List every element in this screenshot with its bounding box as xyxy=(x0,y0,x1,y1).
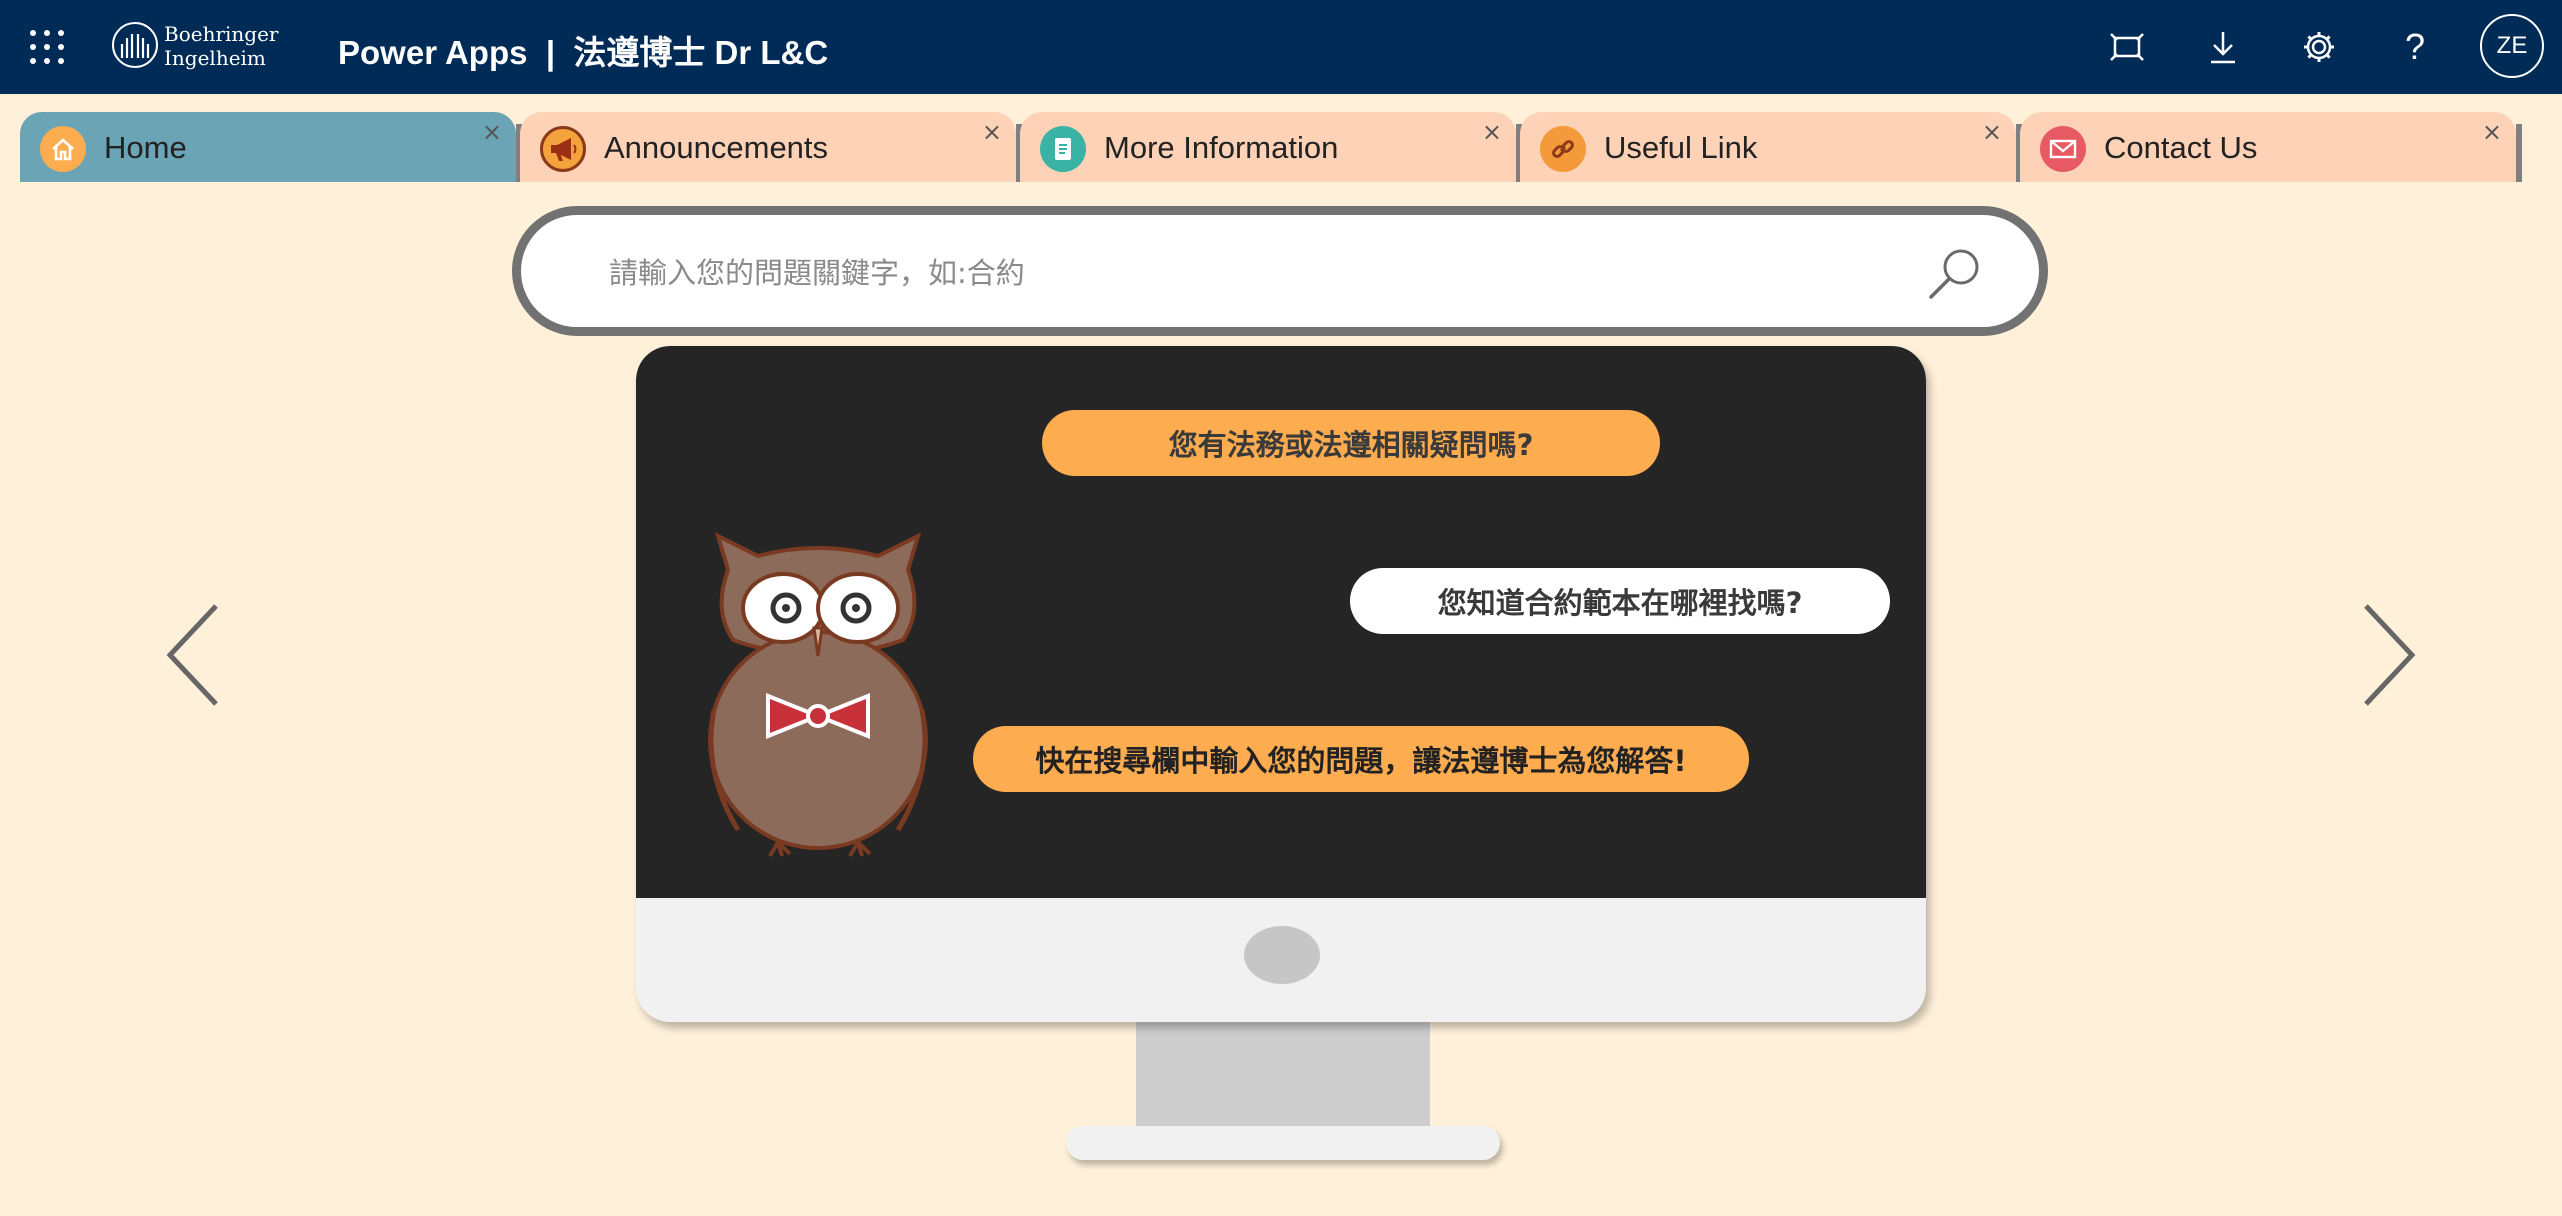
tab-useful-link[interactable]: Useful Link × xyxy=(1520,112,2016,182)
close-icon[interactable]: × xyxy=(482,120,502,144)
mail-icon xyxy=(2040,126,2086,172)
search-box xyxy=(512,206,2048,336)
top-bar: Boehringer Ingelheim Power Apps | 法遵博士 D… xyxy=(0,0,2562,94)
search-icon[interactable] xyxy=(1925,245,1985,305)
app-title: Power Apps | 法遵博士 Dr L&C xyxy=(338,34,829,71)
tab-contact-us[interactable]: Contact Us × xyxy=(2020,112,2516,182)
home-icon xyxy=(40,126,86,172)
close-icon[interactable]: × xyxy=(1982,120,2002,144)
fit-to-screen-icon[interactable] xyxy=(2102,22,2152,72)
link-icon xyxy=(1540,126,1586,172)
monitor-stand-base xyxy=(1066,1126,1500,1160)
tab-label: Announcements xyxy=(604,130,829,165)
owl-mascot-icon xyxy=(708,532,928,857)
megaphone-icon xyxy=(540,126,586,172)
monitor-screen: 您有法務或法遵相關疑問嗎? 您知道合約範本在哪裡找嗎? 快在搜尋欄中輸入您的問題… xyxy=(636,346,1926,898)
next-arrow-icon[interactable] xyxy=(2360,600,2420,710)
tab-more-information[interactable]: More Information × xyxy=(1020,112,1516,182)
logo-line1: Boehringer xyxy=(164,22,279,46)
previous-arrow-icon[interactable] xyxy=(162,600,222,710)
search-input[interactable] xyxy=(609,245,1859,301)
tab-label: Useful Link xyxy=(1604,130,1758,165)
waffle-icon[interactable] xyxy=(30,30,64,64)
document-icon xyxy=(1040,126,1086,172)
tab-divider xyxy=(2516,124,2522,182)
tab-label: Home xyxy=(104,130,187,165)
speech-bubble-instruction: 快在搜尋欄中輸入您的問題，讓法遵博士為您解答! xyxy=(973,726,1749,792)
logo-mark-icon xyxy=(112,22,158,68)
gear-icon[interactable] xyxy=(2294,22,2344,72)
logo-line2: Ingelheim xyxy=(164,46,266,70)
speech-bubble-question: 您有法務或法遵相關疑問嗎? xyxy=(1042,410,1660,476)
tab-announcements[interactable]: Announcements × xyxy=(520,112,1016,182)
close-icon[interactable]: × xyxy=(2482,120,2502,144)
tab-label: More Information xyxy=(1104,130,1339,165)
company-logo: Boehringer Ingelheim xyxy=(110,20,280,72)
avatar[interactable]: ZE xyxy=(2480,14,2544,78)
help-icon[interactable]: ? xyxy=(2390,22,2440,72)
speech-bubble-template: 您知道合約範本在哪裡找嗎? xyxy=(1350,568,1890,634)
tab-label: Contact Us xyxy=(2104,130,2258,165)
close-icon[interactable]: × xyxy=(1482,120,1502,144)
tab-home[interactable]: Home × xyxy=(20,112,516,182)
tab-bar: Home × Announcements × More Information … xyxy=(20,112,2522,182)
close-icon[interactable]: × xyxy=(982,120,1002,144)
carousel-banner: 您有法務或法遵相關疑問嗎? 您知道合約範本在哪裡找嗎? 快在搜尋欄中輸入您的問題… xyxy=(636,346,1926,1022)
monitor-stand-neck xyxy=(1136,1022,1430,1132)
download-icon[interactable] xyxy=(2198,22,2248,72)
monitor-logo-dot xyxy=(1244,926,1320,984)
